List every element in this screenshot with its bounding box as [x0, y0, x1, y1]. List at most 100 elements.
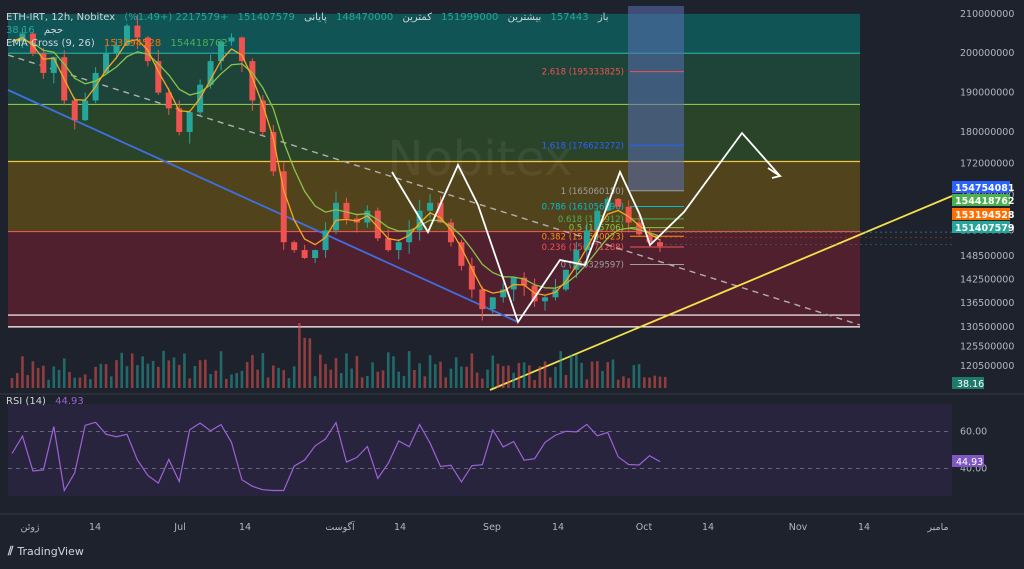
volume-bar [230, 374, 233, 388]
fib-zone-1 [8, 53, 860, 105]
volume-bar [528, 365, 531, 388]
ohlc-low: 148470000 [336, 12, 394, 23]
volume-bar [209, 373, 212, 388]
volume-bar [151, 360, 155, 388]
volume-bar [36, 367, 40, 388]
volume-bar [632, 365, 636, 388]
candle-body [489, 297, 496, 310]
y-tick-label-1: 200000000 [960, 48, 1014, 59]
volume-bar [376, 371, 380, 388]
rsi-band [8, 404, 952, 496]
candle-body [176, 108, 183, 132]
volume-bar [157, 366, 160, 388]
volume-bar [68, 371, 71, 388]
volume-bar [439, 361, 442, 388]
volume-bar [595, 361, 599, 388]
volume-bar [42, 365, 45, 388]
candle-body [312, 250, 319, 258]
volume-bar [292, 366, 296, 388]
volume-bar [308, 338, 312, 388]
volume-bar [235, 373, 239, 388]
volume-bar [355, 355, 359, 388]
x-tick-label-7: 14 [552, 522, 564, 533]
symbol-line: ETH-IRT, 12h, Nobitex [6, 12, 116, 23]
volume-bar [162, 350, 165, 388]
x-tick-label-1: 14 [89, 522, 101, 533]
symbol-legend: ETH-IRT, 12h, Nobitex باز 157443 بیشترین… [6, 12, 615, 23]
volume-bar [214, 370, 218, 388]
volume-bar [418, 363, 421, 388]
volume-bar [188, 378, 191, 388]
volume-bar [569, 354, 573, 388]
x-tick-label-4: آگوست [325, 520, 355, 533]
price-tag-label-2: 153194528 [955, 210, 1015, 221]
ohlc-open-label: باز [597, 12, 609, 23]
fib-label-3: 0.786 (161056096) [542, 203, 624, 213]
volume-bar [402, 376, 406, 388]
ema-label: EMA Cross (9, 26) [6, 38, 95, 49]
volume-bar [648, 377, 651, 388]
volume-bar [360, 377, 364, 388]
candle-body [458, 242, 465, 266]
projection-box [628, 6, 684, 191]
volume-bar [15, 373, 19, 388]
volume-bar [454, 357, 458, 388]
candle-body [615, 198, 622, 207]
volume-bar [543, 361, 547, 388]
volume-bar [298, 322, 301, 388]
y-tick-label-10: 130500000 [960, 322, 1014, 333]
volume-bar [486, 369, 489, 388]
tradingview-label: TradingView [17, 545, 84, 558]
ohlc-change: +2217579 (+1.49%) [124, 12, 229, 23]
volume-bar [319, 354, 322, 388]
volume-bar [240, 370, 244, 388]
volume-bar [481, 378, 484, 388]
volume-bar [475, 372, 479, 388]
candle-body [301, 250, 308, 258]
volume-bar [491, 355, 495, 388]
candle-body [71, 100, 78, 121]
fib-label-0: 2.618 (195333825) [542, 68, 624, 78]
price-tag-label-1: 154418762 [955, 196, 1015, 207]
volume-bar [538, 366, 542, 388]
volume-bar [413, 369, 416, 388]
x-tick-label-5: 14 [394, 522, 406, 533]
candle-body [291, 242, 298, 251]
volume-bar [115, 360, 118, 388]
volume-bar [585, 379, 589, 388]
volume-bar [224, 378, 228, 388]
tradingview-brand[interactable]: ⫽ TradingView [8, 544, 84, 559]
volume-bar [366, 375, 369, 388]
volume-bar [345, 353, 348, 388]
candle-body [134, 25, 141, 38]
candle-body [82, 100, 89, 121]
ema-fast-value: 153194528 [104, 38, 162, 49]
x-tick-label-3: 14 [239, 522, 251, 533]
y-tick-label-4: 172000000 [960, 158, 1014, 169]
volume-bar [271, 365, 275, 388]
candle-body [479, 289, 486, 310]
volume-label: حجم [43, 25, 64, 36]
candle-body [562, 269, 569, 290]
volume-bar [146, 363, 150, 388]
volume-bar [245, 362, 249, 388]
rsi-value-legend: 44.93 [55, 396, 84, 407]
volume-bar [219, 351, 223, 388]
x-tick-label-6: Sep [483, 522, 501, 533]
rsi-level-label-0: 60.00 [960, 427, 987, 438]
volume-bar [183, 353, 186, 388]
volume-bar [407, 351, 411, 388]
x-tick-label-12: مامبر [926, 522, 948, 533]
volume-bar [251, 355, 254, 388]
fib-label-1: 1.618 (176623272) [542, 141, 624, 151]
volume-bar [193, 365, 197, 388]
volume-bar [470, 353, 474, 388]
y-tick-label-11: 125500000 [960, 342, 1014, 353]
ohlc-open: 157443 [550, 12, 589, 23]
volume-bar [52, 366, 56, 388]
volume-bar [350, 368, 353, 388]
price-chart[interactable]: Nobitex 2.618 (195333825) 1.618 (176623272… [0, 0, 1024, 565]
volume-bar [99, 363, 103, 388]
volume-bar [57, 369, 61, 388]
volume-bar [266, 377, 270, 388]
